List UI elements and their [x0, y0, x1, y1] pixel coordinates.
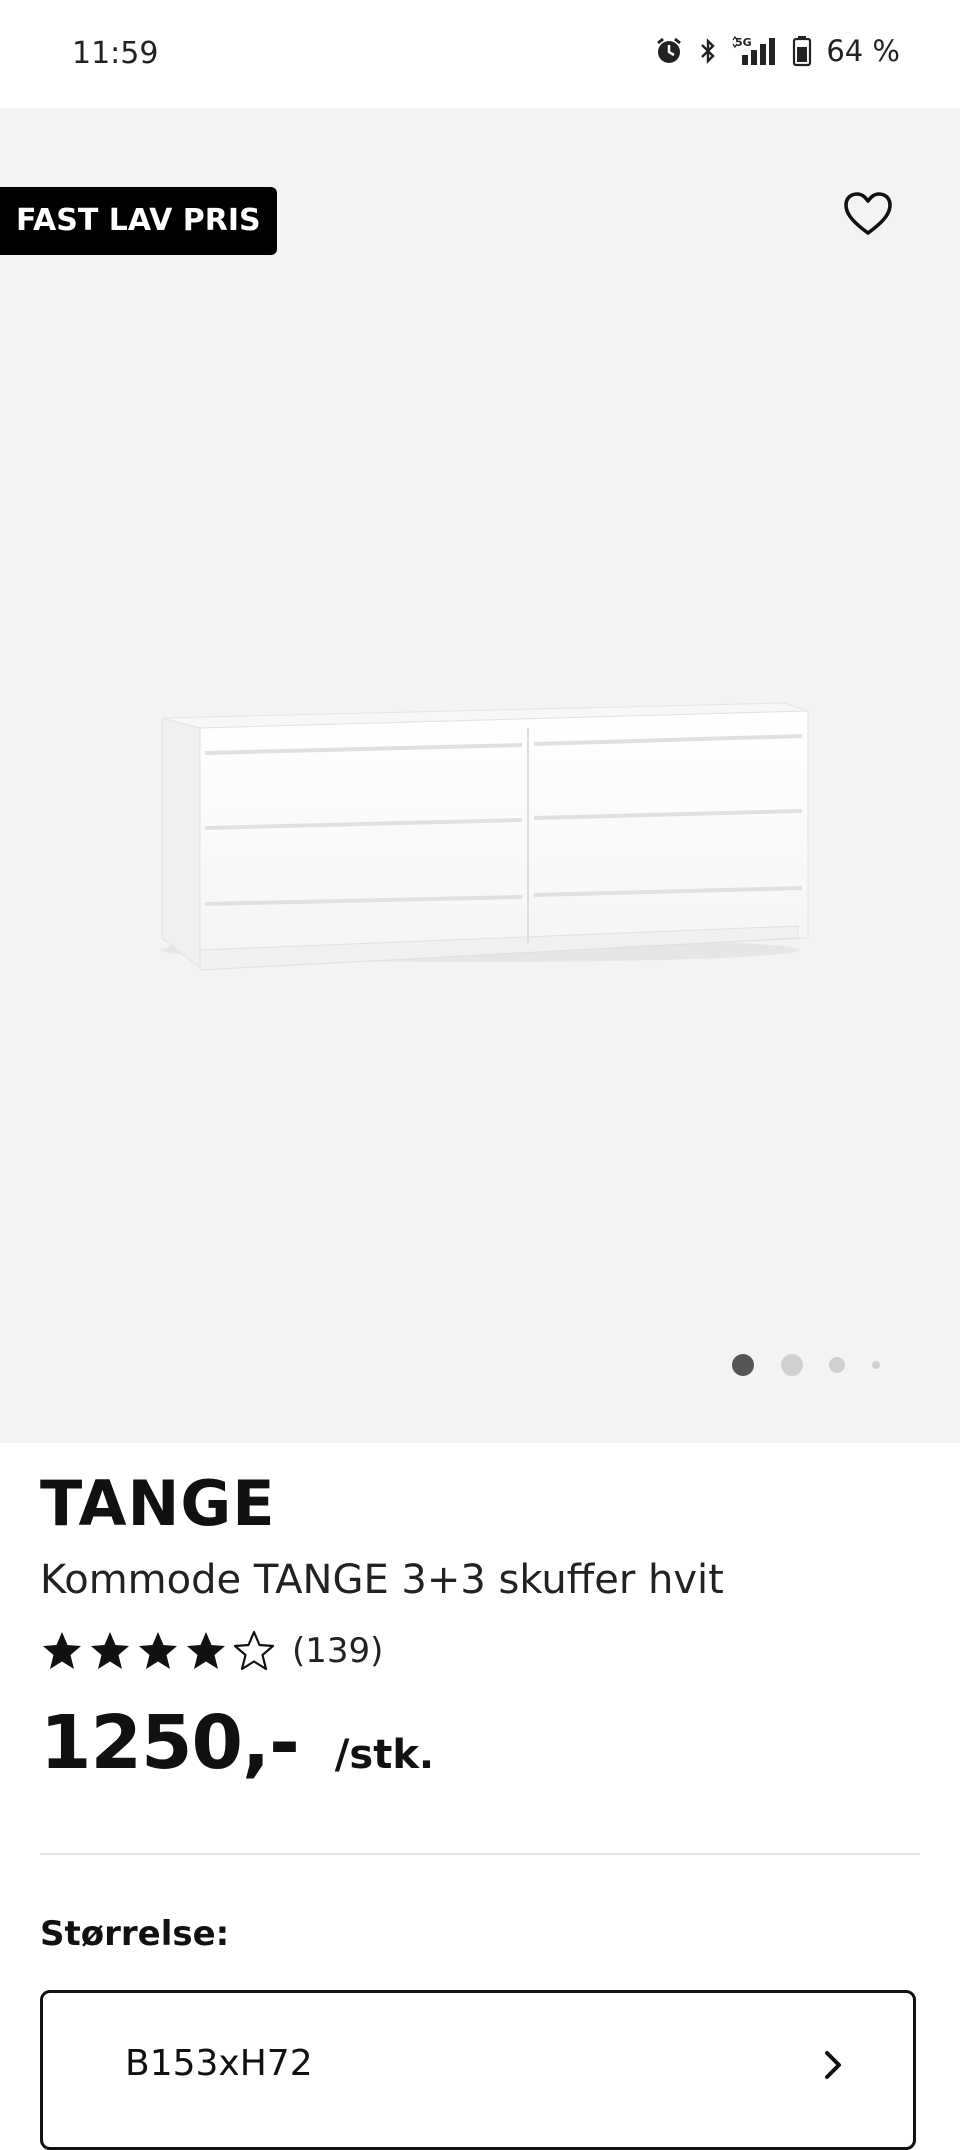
star-filled-icon — [91, 1632, 129, 1669]
alarm-icon — [657, 37, 682, 63]
size-label: Størrelse: — [40, 1914, 230, 1954]
rating-stars — [40, 1629, 276, 1673]
status-time: 11:59 — [72, 36, 159, 71]
product-image-carousel[interactable]: FAST LAV PRIS — [0, 108, 960, 1443]
chevron-right-icon — [825, 2051, 841, 2079]
product-image — [160, 702, 809, 971]
carousel-dot-3[interactable] — [829, 1357, 845, 1373]
carousel-dot-1[interactable] — [732, 1354, 754, 1376]
heart-icon[interactable] — [840, 186, 896, 242]
price-row: 1250,- /stk. — [40, 1700, 920, 1786]
carousel-dots[interactable] — [0, 1350, 960, 1380]
signal-icon: 5G — [732, 35, 776, 65]
price-unit: /stk. — [334, 1732, 435, 1778]
network-label: 5G — [735, 36, 752, 49]
battery-icon — [793, 36, 812, 67]
system-icons: 5G 64 % — [654, 34, 900, 68]
carousel-dot-2[interactable] — [781, 1354, 803, 1376]
product-rating[interactable]: (139) — [40, 1624, 920, 1678]
size-selected-value: B153xH72 — [125, 2043, 313, 2084]
battery-percent: 64 % — [826, 34, 900, 68]
product-name: Kommode TANGE 3+3 skuffer hvit — [40, 1557, 724, 1603]
carousel-dot-4[interactable] — [872, 1361, 880, 1369]
bluetooth-icon — [701, 38, 716, 64]
star-filled-icon — [139, 1632, 177, 1669]
star-filled-icon — [43, 1632, 81, 1669]
size-selector[interactable]: B153xH72 — [40, 1990, 916, 2150]
review-count[interactable]: (139) — [292, 1631, 383, 1671]
star-outline-icon — [233, 1630, 275, 1671]
product-price: 1250,- — [40, 1700, 300, 1786]
price-badge: FAST LAV PRIS — [0, 187, 277, 255]
divider — [40, 1853, 920, 1855]
product-info: TANGE Kommode TANGE 3+3 skuffer hvit (13… — [40, 1460, 920, 1786]
star-filled-icon — [187, 1632, 225, 1669]
product-brand: TANGE — [40, 1467, 276, 1540]
status-bar: 11:59 5G 64 % — [0, 0, 960, 108]
